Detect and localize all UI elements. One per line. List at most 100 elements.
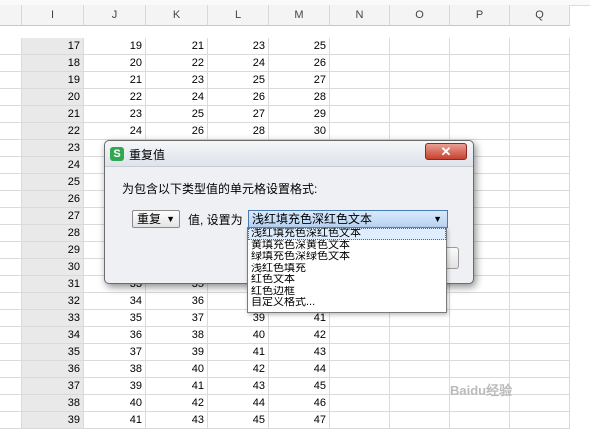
grid-cell[interactable] — [510, 412, 570, 429]
grid-cell[interactable]: 36 — [84, 327, 146, 344]
grid-cell[interactable] — [510, 225, 570, 242]
format-option[interactable]: 浅红色填充 — [248, 263, 446, 275]
grid-cell[interactable]: 22 — [146, 55, 208, 72]
grid-cell[interactable]: 38 — [146, 327, 208, 344]
grid-cell[interactable] — [450, 123, 510, 140]
grid-cell[interactable] — [510, 327, 570, 344]
grid-cell[interactable] — [510, 242, 570, 259]
grid-cell[interactable]: 37 — [22, 378, 84, 395]
grid-cell[interactable] — [510, 38, 570, 55]
grid-cell[interactable] — [510, 123, 570, 140]
grid-cell[interactable] — [510, 293, 570, 310]
column-header-m[interactable]: M — [269, 5, 330, 26]
grid-cell[interactable]: 25 — [208, 72, 269, 89]
grid-cell[interactable]: 42 — [269, 327, 330, 344]
grid-cell[interactable]: 21 — [22, 106, 84, 123]
grid-cell[interactable]: 23 — [208, 38, 269, 55]
grid-cell[interactable]: 30 — [269, 123, 330, 140]
grid-cell[interactable]: 41 — [146, 378, 208, 395]
grid-cell[interactable] — [330, 412, 390, 429]
close-button[interactable]: ✕ — [425, 143, 467, 160]
grid-cell[interactable]: 22 — [84, 89, 146, 106]
format-option[interactable]: 红色边框 — [248, 286, 446, 298]
grid-cell[interactable] — [330, 38, 390, 55]
grid-cell[interactable]: 42 — [208, 361, 269, 378]
grid-cell[interactable] — [330, 89, 390, 106]
grid-cell[interactable] — [510, 72, 570, 89]
grid-cell[interactable] — [450, 55, 510, 72]
grid-cell[interactable]: 30 — [22, 259, 84, 276]
column-header-k[interactable]: K — [146, 5, 208, 26]
grid-cell[interactable]: 25 — [22, 174, 84, 191]
grid-cell[interactable]: 26 — [208, 89, 269, 106]
grid-cell[interactable] — [330, 55, 390, 72]
grid-cell[interactable]: 27 — [22, 208, 84, 225]
grid-cell[interactable]: 24 — [146, 89, 208, 106]
grid-cell[interactable]: 32 — [22, 293, 84, 310]
grid-cell[interactable] — [390, 123, 450, 140]
grid-cell[interactable]: 26 — [269, 55, 330, 72]
grid-cell[interactable]: 25 — [269, 38, 330, 55]
grid-cell[interactable] — [330, 106, 390, 123]
grid-cell[interactable] — [450, 412, 510, 429]
grid-cell[interactable]: 45 — [269, 378, 330, 395]
grid-cell[interactable]: 31 — [22, 276, 84, 293]
format-option[interactable]: 黄填充色深黄色文本 — [248, 240, 446, 252]
grid-cell[interactable]: 35 — [22, 344, 84, 361]
format-option[interactable]: 浅红填充色深红色文本 — [248, 228, 446, 240]
grid-cell[interactable]: 27 — [269, 72, 330, 89]
grid-cell[interactable]: 40 — [146, 361, 208, 378]
grid-cell[interactable] — [330, 344, 390, 361]
grid-cell[interactable] — [390, 412, 450, 429]
grid-cell[interactable]: 42 — [146, 395, 208, 412]
grid-cell[interactable] — [510, 157, 570, 174]
format-option[interactable]: 自定义格式... — [248, 297, 446, 309]
grid-cell[interactable] — [450, 89, 510, 106]
grid-cell[interactable]: 34 — [84, 293, 146, 310]
grid-cell[interactable] — [450, 327, 510, 344]
format-options-list[interactable]: 浅红填充色深红色文本 黄填充色深黄色文本 绿填充色深绿色文本 浅红色填充 红色文本 红色边… — [247, 227, 447, 313]
grid-cell[interactable] — [450, 344, 510, 361]
grid-cell[interactable] — [390, 106, 450, 123]
grid-cell[interactable]: 33 — [22, 310, 84, 327]
grid-cell[interactable]: 28 — [22, 225, 84, 242]
grid-cell[interactable]: 44 — [208, 395, 269, 412]
grid-cell[interactable] — [510, 310, 570, 327]
grid-cell[interactable]: 41 — [208, 344, 269, 361]
grid-cell[interactable]: 46 — [269, 395, 330, 412]
grid-cell[interactable]: 44 — [269, 361, 330, 378]
grid-cell[interactable]: 19 — [22, 72, 84, 89]
grid-cell[interactable]: 19 — [84, 38, 146, 55]
grid-cell[interactable]: 37 — [84, 344, 146, 361]
grid-cell[interactable] — [390, 361, 450, 378]
dialog-titlebar[interactable]: S 重复值 ✕ — [105, 141, 473, 167]
grid-cell[interactable] — [390, 378, 450, 395]
grid-cell[interactable]: 23 — [22, 140, 84, 157]
grid-cell[interactable] — [390, 327, 450, 344]
grid-cell[interactable] — [390, 395, 450, 412]
grid-cell[interactable] — [510, 174, 570, 191]
grid-cell[interactable] — [330, 378, 390, 395]
grid-cell[interactable] — [330, 395, 390, 412]
grid-cell[interactable]: 37 — [146, 310, 208, 327]
grid-cell[interactable] — [510, 276, 570, 293]
grid-cell[interactable] — [450, 310, 510, 327]
grid-cell[interactable]: 43 — [208, 378, 269, 395]
grid-cell[interactable] — [510, 140, 570, 157]
grid-cell[interactable]: 43 — [146, 412, 208, 429]
column-header-n[interactable]: N — [330, 5, 390, 26]
grid-cell[interactable]: 29 — [269, 106, 330, 123]
grid-cell[interactable]: 45 — [208, 412, 269, 429]
grid-cell[interactable]: 38 — [22, 395, 84, 412]
grid-cell[interactable] — [330, 72, 390, 89]
grid-cell[interactable]: 29 — [22, 242, 84, 259]
grid-cell[interactable] — [510, 259, 570, 276]
grid-cell[interactable]: 24 — [208, 55, 269, 72]
rule-type-select[interactable]: 重复 ▼ — [132, 210, 180, 228]
grid-cell[interactable] — [510, 89, 570, 106]
grid-cell[interactable]: 35 — [84, 310, 146, 327]
grid-cell[interactable] — [510, 378, 570, 395]
grid-cell[interactable]: 21 — [84, 72, 146, 89]
grid-cell[interactable]: 40 — [208, 327, 269, 344]
grid-cell[interactable]: 22 — [22, 123, 84, 140]
